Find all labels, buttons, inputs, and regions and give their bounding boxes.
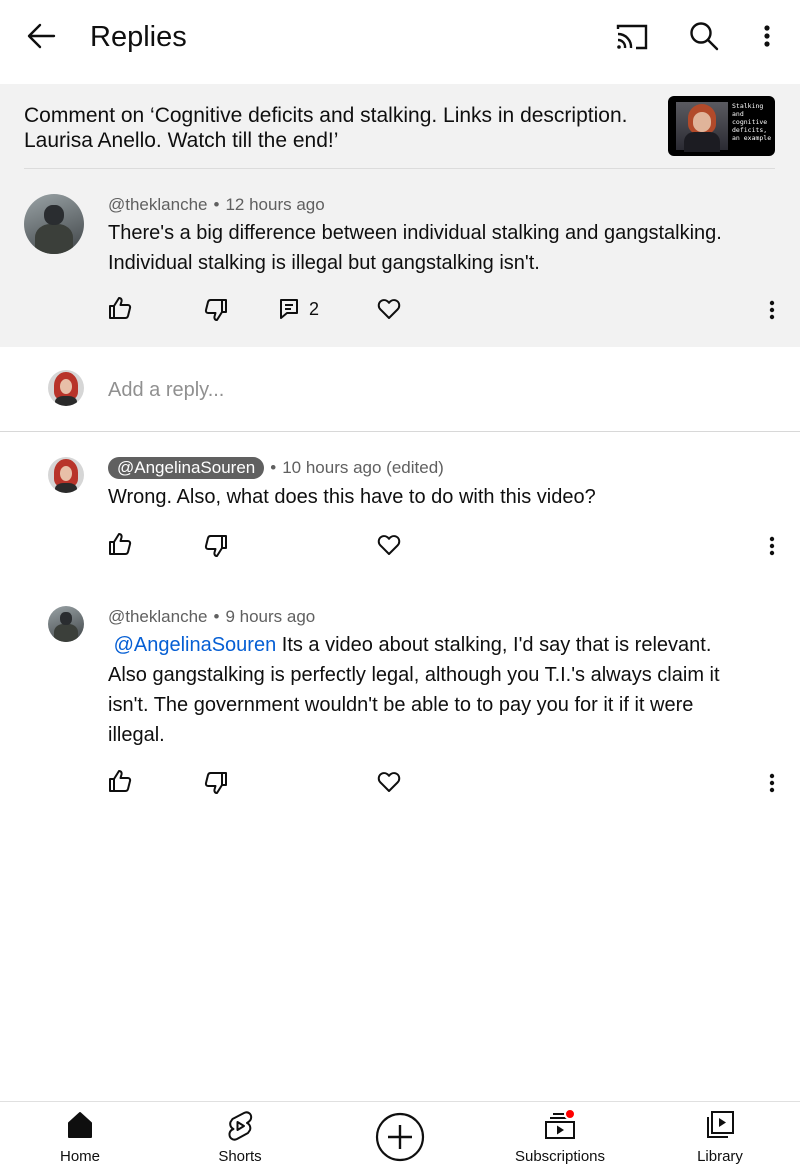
plus-circle-icon — [375, 1112, 425, 1167]
dislike-icon[interactable] — [203, 770, 229, 800]
meta-separator: • — [213, 607, 220, 626]
avatar-body — [55, 482, 77, 493]
comment-meta: @theklanche • 12 hours ago — [108, 194, 325, 216]
nav-subscriptions-label: Subscriptions — [514, 1148, 606, 1165]
divider — [24, 168, 775, 169]
search-icon[interactable] — [684, 18, 724, 54]
video-context-title[interactable]: Comment on ‘Cognitive deficits and stalk… — [24, 103, 654, 153]
avatar[interactable] — [48, 606, 84, 642]
nav-subscriptions[interactable]: Subscriptions — [500, 1102, 620, 1172]
top-app-bar: Replies — [0, 0, 800, 84]
comment-actions — [0, 531, 800, 561]
comment-text: Wrong. Also, what does this have to do w… — [108, 486, 596, 508]
nav-library[interactable]: Library — [670, 1102, 770, 1172]
comment-text: There's a big difference between individ… — [108, 222, 722, 274]
nav-shorts[interactable]: Shorts — [190, 1102, 290, 1172]
avatar[interactable] — [24, 194, 84, 254]
reply-item: @theklanche • 9 hours ago @AngelinaSouren … — [0, 582, 800, 822]
shorts-icon — [226, 1110, 254, 1147]
comment-text: @AngelinaSouren Its a video about stalki… — [108, 630, 748, 750]
parent-comment-panel: Comment on ‘Cognitive deficits and stalk… — [0, 84, 800, 347]
create-button[interactable] — [372, 1102, 428, 1172]
dislike-icon[interactable] — [203, 297, 229, 327]
comment-meta: @theklanche • 9 hours ago — [108, 606, 315, 628]
add-reply-row[interactable]: Add a reply... — [0, 347, 800, 432]
comment-time: 12 hours ago — [225, 195, 325, 214]
dislike-icon[interactable] — [203, 533, 229, 563]
like-icon[interactable] — [107, 295, 133, 325]
library-icon — [705, 1110, 735, 1145]
nav-home[interactable]: Home — [30, 1102, 130, 1172]
comment-actions: 2 — [0, 295, 800, 325]
comment-time: 9 hours ago — [225, 607, 316, 626]
arrow-left-icon[interactable] — [20, 18, 64, 54]
nav-shorts-label: Shorts — [218, 1148, 262, 1165]
like-icon[interactable] — [107, 768, 133, 798]
comment-author[interactable]: @theklanche — [108, 607, 208, 626]
nav-home-label: Home — [59, 1148, 100, 1165]
page-title: Replies — [90, 21, 187, 53]
reply-count[interactable]: 2 — [309, 298, 319, 320]
more-vertical-icon[interactable] — [760, 533, 784, 563]
comment-author[interactable]: @theklanche — [108, 195, 208, 214]
meta-separator: • — [213, 195, 220, 214]
author-chip[interactable]: @AngelinaSouren — [108, 457, 265, 479]
bottom-navigation: Home Shorts Subscriptions Library — [0, 1101, 800, 1172]
thumbnail-caption: Stalking and cognitive deficits, an exam… — [732, 102, 772, 142]
reply-input[interactable]: Add a reply... — [108, 378, 224, 402]
meta-separator: • — [270, 458, 277, 477]
heart-icon[interactable] — [376, 769, 402, 799]
comment-icon[interactable] — [278, 297, 300, 327]
comment-meta: @AngelinaSouren • 10 hours ago (edited) — [108, 457, 444, 479]
thumbnail-person-body — [684, 132, 720, 152]
avatar — [48, 370, 84, 406]
video-thumbnail[interactable]: Stalking and cognitive deficits, an exam… — [668, 96, 775, 156]
comment-time: 10 hours ago (edited) — [282, 458, 444, 477]
more-vertical-icon[interactable] — [760, 297, 784, 327]
heart-icon[interactable] — [376, 532, 402, 562]
more-vertical-icon[interactable] — [760, 770, 784, 800]
reply-item: @AngelinaSouren • 10 hours ago (edited) Wr… — [0, 432, 800, 582]
thumbnail-person-face — [693, 112, 711, 132]
notification-dot — [564, 1108, 576, 1120]
comment-actions — [0, 768, 800, 798]
user-mention-link[interactable]: @AngelinaSouren — [114, 634, 277, 656]
nav-library-label: Library — [697, 1148, 743, 1165]
more-vertical-icon[interactable] — [752, 18, 782, 54]
like-icon[interactable] — [107, 531, 133, 561]
avatar-body — [55, 395, 77, 406]
heart-icon[interactable] — [376, 296, 402, 326]
home-icon — [66, 1110, 94, 1145]
cast-icon[interactable] — [612, 20, 652, 54]
avatar[interactable] — [48, 457, 84, 493]
